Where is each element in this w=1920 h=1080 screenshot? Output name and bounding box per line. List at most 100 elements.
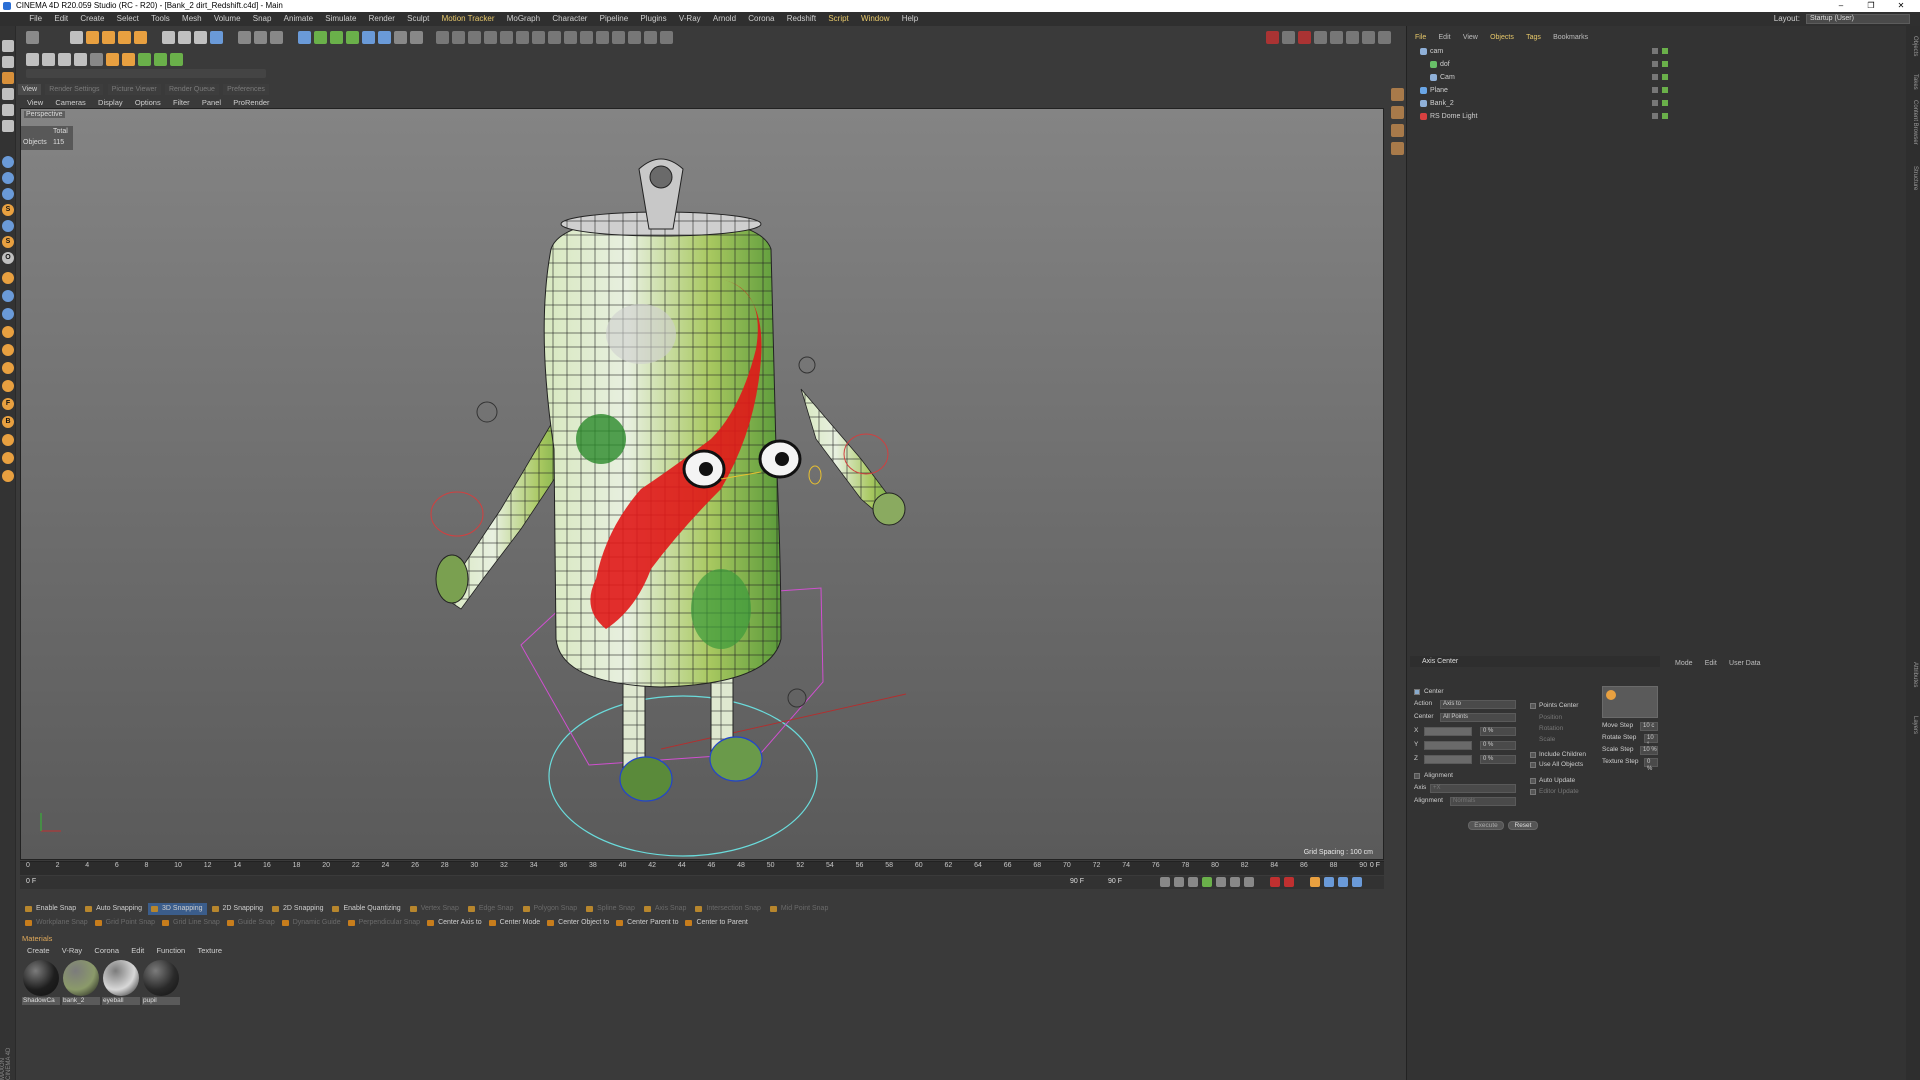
menu-file[interactable]: File [24, 12, 47, 26]
center-option[interactable]: Guide Snap [224, 917, 279, 929]
tool-3-icon[interactable] [468, 31, 481, 44]
reset-button[interactable]: Reset [1508, 821, 1538, 830]
snap-option[interactable]: Auto Snapping [82, 903, 146, 915]
enable-check-icon[interactable] [1662, 113, 1668, 119]
tool-e-icon[interactable]: F [2, 398, 14, 410]
objects-menu-view[interactable]: View [1458, 33, 1483, 43]
material-swatch[interactable]: bank_2 [62, 959, 100, 1005]
menu-volume[interactable]: Volume [209, 12, 246, 26]
texture-step-field[interactable]: 0 % [1644, 758, 1658, 772]
objects-menu-tags[interactable]: Tags [1521, 33, 1546, 43]
menu-redshift[interactable]: Redshift [782, 12, 821, 26]
snap-option[interactable]: Mid Point Snap [767, 903, 832, 915]
center-option[interactable]: Grid Point Snap [92, 917, 159, 929]
scale-step-field[interactable]: 10 % [1640, 746, 1658, 755]
redshift-icon[interactable]: O [2, 252, 14, 264]
redshift-rv-icon[interactable] [1298, 31, 1311, 44]
visibility-icon[interactable] [1652, 48, 1658, 54]
prev-key-icon[interactable] [1174, 877, 1184, 887]
tool-7-icon[interactable] [532, 31, 545, 44]
transform-icon[interactable] [134, 31, 147, 44]
x-axis-icon[interactable] [162, 31, 175, 44]
snap-option[interactable]: Edge Snap [465, 903, 518, 915]
attributes-menu-edit[interactable]: Edit [1700, 659, 1722, 669]
snap-option[interactable]: 2D Snapping [209, 903, 267, 915]
object-row[interactable]: Bank_2 [1412, 98, 1912, 109]
layout-1-icon[interactable] [1282, 31, 1295, 44]
render-settings-icon[interactable] [270, 31, 283, 44]
polygons-mode-icon[interactable] [2, 120, 14, 132]
center-option[interactable]: Center Mode [486, 917, 544, 929]
key-param-icon[interactable] [1352, 877, 1362, 887]
floor-icon[interactable] [378, 31, 391, 44]
tool-d-icon[interactable] [2, 380, 14, 392]
coord-system-icon[interactable] [210, 31, 223, 44]
object-row[interactable]: Plane [1412, 85, 1912, 96]
mograph-tool-icon[interactable] [138, 53, 151, 66]
layout-2-icon[interactable] [1314, 31, 1327, 44]
layout-5-icon[interactable] [1362, 31, 1375, 44]
viewport-menu-filter[interactable]: Filter [168, 97, 195, 108]
materials-menu-corona[interactable]: Corona [89, 945, 124, 956]
range-end-field[interactable]: 90 F [1070, 878, 1084, 885]
vtab-structure[interactable]: Structure [1908, 166, 1918, 190]
objects-menu-bookmarks[interactable]: Bookmarks [1548, 33, 1593, 43]
center-option[interactable]: Perpendicular Snap [345, 917, 425, 929]
tweak-icon[interactable] [2, 188, 14, 200]
enable-check-icon[interactable] [1662, 61, 1668, 67]
action-select[interactable]: Axis to [1440, 700, 1516, 709]
viewport-menu-options[interactable]: Options [130, 97, 166, 108]
select-icon[interactable] [70, 31, 83, 44]
tab-render-queue[interactable]: Render Queue [164, 84, 219, 95]
tool-8-icon[interactable] [548, 31, 561, 44]
scene-render[interactable] [21, 109, 1384, 860]
range-end2-field[interactable]: 90 F [1108, 878, 1122, 885]
key-scale-icon[interactable] [1338, 877, 1348, 887]
z-field[interactable]: 0 % [1480, 755, 1516, 764]
tool-b-icon[interactable] [2, 344, 14, 356]
auto-key-icon[interactable] [1284, 877, 1294, 887]
viewport-menu-display[interactable]: Display [93, 97, 128, 108]
cube-icon[interactable] [298, 31, 311, 44]
y-axis-icon[interactable] [178, 31, 191, 44]
menu-character[interactable]: Character [547, 12, 592, 26]
tool-12-icon[interactable] [612, 31, 625, 44]
center-select[interactable]: All Points [1440, 713, 1516, 722]
menu-edit[interactable]: Edit [49, 12, 73, 26]
move-step-field[interactable]: 10 c [1640, 722, 1658, 731]
axis-icon[interactable] [2, 156, 14, 168]
vtab-layers[interactable]: Layers [1908, 716, 1918, 734]
auto-update-checkbox[interactable] [1530, 778, 1536, 784]
y-field[interactable]: 0 % [1480, 741, 1516, 750]
menu-create[interactable]: Create [75, 12, 109, 26]
tool-h-icon[interactable] [2, 452, 14, 464]
tool-5-icon[interactable] [500, 31, 513, 44]
snap-option[interactable]: Vertex Snap [407, 903, 463, 915]
object-row[interactable]: Cam [1412, 72, 1912, 83]
menu-help[interactable]: Help [897, 12, 923, 26]
menu-vray[interactable]: V-Ray [674, 12, 706, 26]
render-picture-icon[interactable] [254, 31, 267, 44]
object-row[interactable]: cam [1412, 46, 1912, 57]
render-view-icon[interactable] [238, 31, 251, 44]
materials-menu-create[interactable]: Create [22, 945, 55, 956]
tool-10-icon[interactable] [580, 31, 593, 44]
include-children-checkbox[interactable] [1530, 752, 1536, 758]
center-option[interactable]: Center Axis to [424, 917, 486, 929]
tool-g-icon[interactable] [2, 434, 14, 446]
tab-view[interactable]: View [18, 84, 42, 95]
center-option[interactable]: Grid Line Snap [159, 917, 224, 929]
cloner-tool-icon[interactable] [154, 53, 167, 66]
execute-button[interactable]: Execute [1468, 821, 1504, 830]
center-option[interactable]: Center Object to [544, 917, 613, 929]
snap-option[interactable]: Enable Quantizing [329, 903, 404, 915]
objects-menu-objects[interactable]: Objects [1485, 33, 1519, 43]
pen-icon[interactable] [314, 31, 327, 44]
menu-arnold[interactable]: Arnold [708, 12, 741, 26]
menu-mograph[interactable]: MoGraph [502, 12, 545, 26]
materials-menu-vray[interactable]: V-Ray [57, 945, 87, 956]
materials-menu-edit[interactable]: Edit [126, 945, 149, 956]
tool-1-icon[interactable] [436, 31, 449, 44]
points-center-checkbox[interactable] [1530, 703, 1536, 709]
layout-3-icon[interactable] [1330, 31, 1343, 44]
